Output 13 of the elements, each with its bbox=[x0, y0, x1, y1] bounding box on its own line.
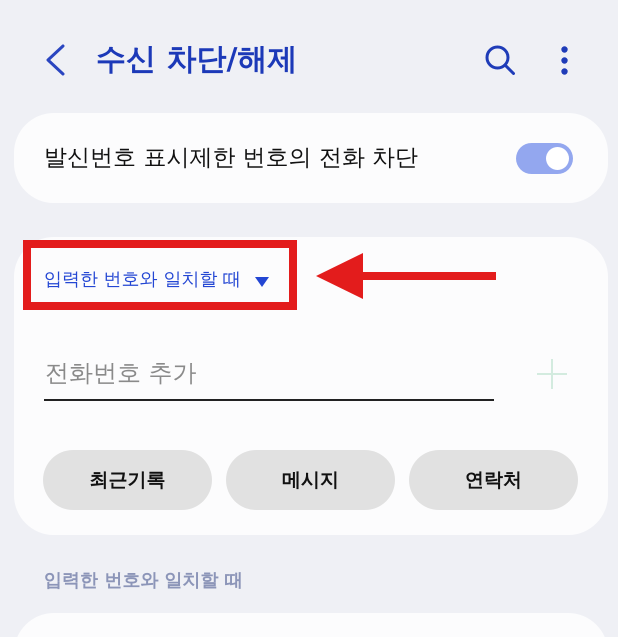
more-options-icon[interactable] bbox=[561, 46, 568, 74]
toggle-switch[interactable] bbox=[516, 142, 573, 174]
caret-icon bbox=[255, 276, 270, 286]
source-button[interactable]: 메시지 bbox=[226, 450, 395, 510]
page-title: 수신 차단/해제 bbox=[96, 41, 298, 79]
match-dropdown[interactable]: 입력한 번호와 일치할 때 bbox=[43, 266, 270, 294]
back-icon[interactable] bbox=[45, 44, 65, 76]
section-header: 입력한 번호와 일치할 때 bbox=[44, 570, 243, 592]
source-button[interactable]: 최근기록 bbox=[43, 450, 212, 510]
phone-number-field[interactable]: 전화번호 추가 bbox=[44, 350, 494, 401]
source-button[interactable]: 연락처 bbox=[409, 450, 578, 510]
search-icon[interactable] bbox=[485, 45, 515, 75]
setting-label: 발신번호 표시제한 번호의 전화 차단 bbox=[44, 144, 420, 173]
